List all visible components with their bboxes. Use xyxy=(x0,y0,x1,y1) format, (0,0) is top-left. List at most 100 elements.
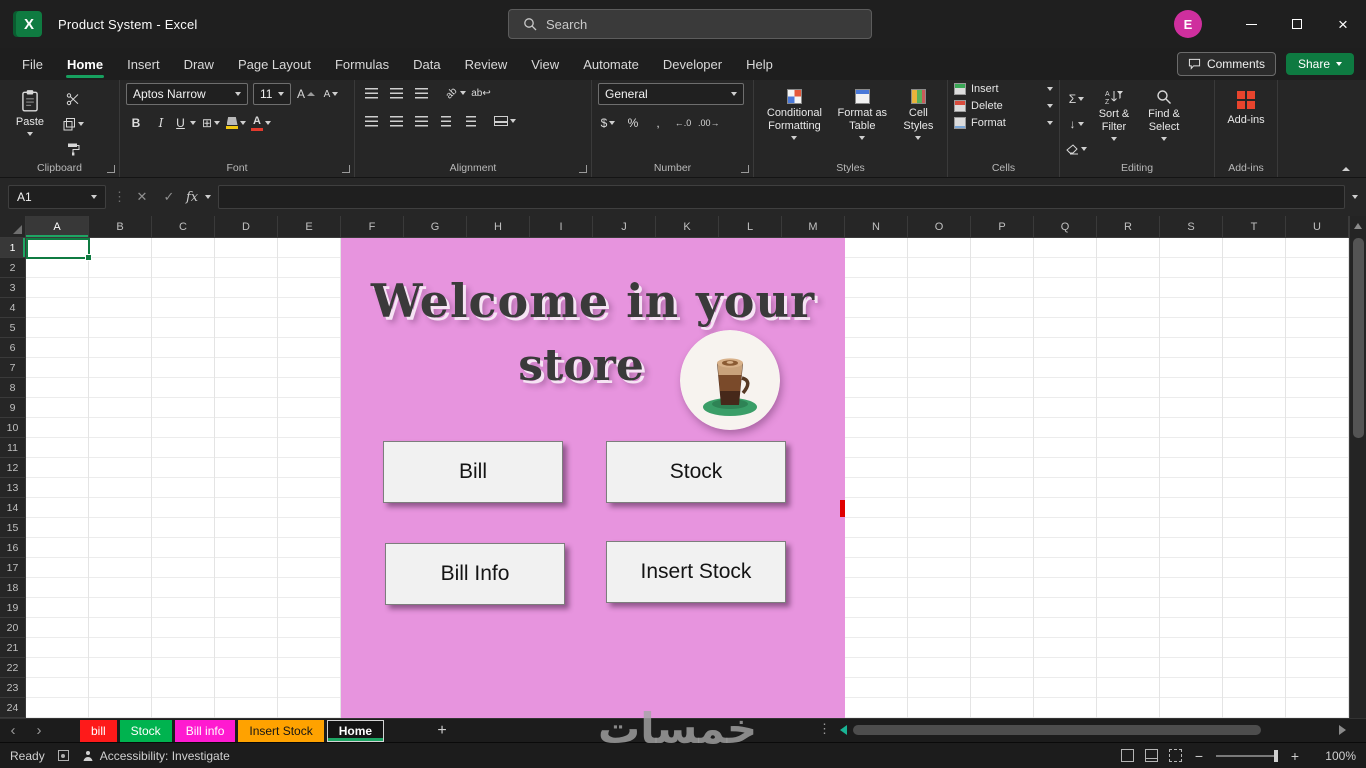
menu-tab-file[interactable]: File xyxy=(10,48,55,80)
column-header-m[interactable]: M xyxy=(782,216,845,238)
column-header-a[interactable]: A xyxy=(26,216,89,238)
comma-format-button[interactable]: , xyxy=(648,113,668,133)
align-middle-button[interactable] xyxy=(386,83,406,103)
row-header-6[interactable]: 6 xyxy=(0,338,26,358)
macro-record-icon[interactable] xyxy=(57,750,69,761)
row-header-19[interactable]: 19 xyxy=(0,598,26,618)
increase-font-size-button[interactable]: A xyxy=(296,84,316,104)
scroll-up-icon[interactable] xyxy=(1354,223,1362,229)
sheet-tab-insert-stock[interactable]: Insert Stock xyxy=(238,719,324,742)
row-header-13[interactable]: 13 xyxy=(0,478,26,498)
select-all-corner[interactable] xyxy=(0,216,26,238)
row-header-7[interactable]: 7 xyxy=(0,358,26,378)
column-header-l[interactable]: L xyxy=(719,216,782,238)
delete-cells-button[interactable]: Delete xyxy=(954,100,1053,112)
row-header-14[interactable]: 14 xyxy=(0,498,26,518)
format-as-table-button[interactable]: Format as Table xyxy=(833,86,892,159)
currency-format-button[interactable]: $ xyxy=(598,113,618,133)
font-color-button[interactable]: A xyxy=(251,113,271,133)
horizontal-scrollbar[interactable] xyxy=(840,718,1350,742)
expand-formula-bar-icon[interactable] xyxy=(1352,195,1358,199)
column-header-t[interactable]: T xyxy=(1223,216,1286,238)
addins-button[interactable]: Add-ins xyxy=(1221,86,1271,159)
row-header-20[interactable]: 20 xyxy=(0,618,26,638)
sheet-tab-bill[interactable]: bill xyxy=(80,719,117,742)
zoom-in-button[interactable]: + xyxy=(1289,748,1301,764)
format-painter-button[interactable] xyxy=(62,140,84,159)
copy-button[interactable] xyxy=(62,114,84,133)
font-name-select[interactable]: Aptos Narrow xyxy=(126,83,248,105)
column-header-r[interactable]: R xyxy=(1097,216,1160,238)
sheet-tab-stock[interactable]: Stock xyxy=(119,719,172,742)
zoom-out-button[interactable]: − xyxy=(1193,748,1205,764)
column-header-k[interactable]: K xyxy=(656,216,719,238)
align-center-button[interactable] xyxy=(386,111,406,131)
formula-input[interactable] xyxy=(218,185,1345,209)
menu-tab-review[interactable]: Review xyxy=(453,48,520,80)
column-header-o[interactable]: O xyxy=(908,216,971,238)
comments-button[interactable]: Comments xyxy=(1176,52,1276,76)
accessibility-status[interactable]: Accessibility: Investigate xyxy=(82,749,230,763)
menu-tab-developer[interactable]: Developer xyxy=(651,48,734,80)
paste-button[interactable]: Paste xyxy=(6,86,54,159)
alignment-dialog-launcher-icon[interactable] xyxy=(579,165,587,173)
font-size-select[interactable]: 11 xyxy=(253,83,291,105)
row-header-4[interactable]: 4 xyxy=(0,298,26,318)
number-dialog-launcher-icon[interactable] xyxy=(741,165,749,173)
row-header-17[interactable]: 17 xyxy=(0,558,26,578)
row-header-22[interactable]: 22 xyxy=(0,658,26,678)
row-header-16[interactable]: 16 xyxy=(0,538,26,558)
clear-button[interactable] xyxy=(1066,139,1087,159)
next-sheet-icon[interactable]: › xyxy=(26,723,52,738)
account-avatar[interactable]: E xyxy=(1174,10,1202,38)
percent-format-button[interactable]: % xyxy=(623,113,643,133)
column-header-j[interactable]: J xyxy=(593,216,656,238)
orientation-button[interactable]: ab xyxy=(444,83,466,103)
column-header-q[interactable]: Q xyxy=(1034,216,1097,238)
align-right-button[interactable] xyxy=(411,111,431,131)
column-header-f[interactable]: F xyxy=(341,216,404,238)
menu-tab-view[interactable]: View xyxy=(519,48,571,80)
vertical-scrollbar[interactable] xyxy=(1349,216,1366,718)
align-top-button[interactable] xyxy=(361,83,381,103)
underline-button[interactable]: U xyxy=(176,113,196,133)
new-sheet-button[interactable]: + xyxy=(430,722,454,740)
share-button[interactable]: Share xyxy=(1285,53,1354,75)
row-header-8[interactable]: 8 xyxy=(0,378,26,398)
merge-center-button[interactable] xyxy=(494,111,516,131)
row-header-5[interactable]: 5 xyxy=(0,318,26,338)
cut-button[interactable] xyxy=(62,89,84,108)
confirm-entry-button[interactable]: ✓ xyxy=(159,189,179,205)
italic-button[interactable]: I xyxy=(151,113,171,133)
insert-stock-button[interactable]: Insert Stock xyxy=(606,541,786,603)
increase-decimal-button[interactable]: ←.0 xyxy=(673,113,693,133)
menu-tab-page-layout[interactable]: Page Layout xyxy=(226,48,323,80)
scroll-right-icon[interactable] xyxy=(1339,725,1346,735)
collapse-ribbon-icon[interactable] xyxy=(1342,167,1350,171)
column-header-b[interactable]: B xyxy=(89,216,152,238)
format-cells-button[interactable]: Format xyxy=(954,117,1053,129)
column-header-u[interactable]: U xyxy=(1286,216,1349,238)
menu-tab-automate[interactable]: Automate xyxy=(571,48,651,80)
row-header-12[interactable]: 12 xyxy=(0,458,26,478)
column-header-e[interactable]: E xyxy=(278,216,341,238)
sort-filter-button[interactable]: AZ Sort & Filter xyxy=(1091,86,1137,159)
cell-styles-button[interactable]: Cell Styles xyxy=(896,86,941,159)
row-header-9[interactable]: 9 xyxy=(0,398,26,418)
menu-tab-data[interactable]: Data xyxy=(401,48,452,80)
fill-color-button[interactable] xyxy=(226,113,246,133)
row-header-15[interactable]: 15 xyxy=(0,518,26,538)
close-button[interactable]: × xyxy=(1320,0,1366,48)
row-header-3[interactable]: 3 xyxy=(0,278,26,298)
bill-button[interactable]: Bill xyxy=(383,441,563,503)
menu-tab-help[interactable]: Help xyxy=(734,48,785,80)
fill-button[interactable]: ↓ xyxy=(1066,114,1087,134)
decrease-font-size-button[interactable]: A xyxy=(321,84,341,104)
wrap-text-button[interactable]: ab↩ xyxy=(471,83,491,103)
menu-tab-home[interactable]: Home xyxy=(55,48,115,80)
column-header-c[interactable]: C xyxy=(152,216,215,238)
insert-cells-button[interactable]: Insert xyxy=(954,83,1053,95)
sheet-tab-bill-info[interactable]: Bill info xyxy=(174,719,236,742)
row-header-18[interactable]: 18 xyxy=(0,578,26,598)
zoom-level[interactable]: 100% xyxy=(1312,749,1356,763)
